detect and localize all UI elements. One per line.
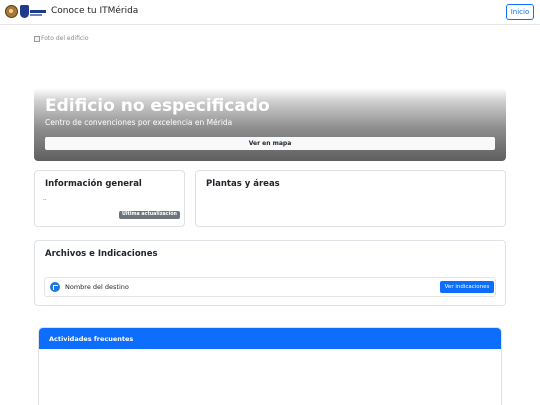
- general-info-text: ..: [43, 195, 47, 202]
- building-title: Edificio no especificado: [45, 96, 270, 116]
- hero-banner: Edificio no especificado Centro de conve…: [34, 88, 506, 161]
- itm-seal-logo[interactable]: [5, 5, 18, 18]
- destination-name: Nombre del destino: [65, 283, 129, 291]
- floors-areas-card: Plantas y áreas: [195, 170, 506, 227]
- frequent-activities-header: Actividades frecuentes: [39, 328, 501, 349]
- brand-title[interactable]: Conoce tu ITMérida: [51, 5, 138, 18]
- broken-image-icon: [34, 35, 40, 42]
- view-map-button[interactable]: Ver en mapa: [45, 137, 495, 150]
- view-directions-button[interactable]: Ver indicaciones: [440, 281, 494, 293]
- destination-row[interactable]: Nombre del destino Ver indicaciones: [44, 277, 496, 297]
- floors-areas-title: Plantas y áreas: [206, 179, 280, 189]
- navbar: Conoce tu ITMérida Inicio: [0, 0, 540, 25]
- directions-icon: [50, 282, 60, 292]
- frequent-activities-card: Actividades frecuentes: [38, 327, 502, 405]
- building-subtitle: Centro de convenciones por excelencia en…: [45, 118, 233, 127]
- frequent-activities-title: Actividades frecuentes: [49, 335, 134, 343]
- last-updated-badge: Última actualización: [119, 211, 180, 219]
- files-directions-card: Archivos e Indicaciones Nombre del desti…: [34, 240, 506, 306]
- files-directions-title: Archivos e Indicaciones: [45, 249, 158, 259]
- general-info-card: Información general .. Última actualizac…: [34, 170, 185, 227]
- building-photo: Foto del edificio: [34, 35, 89, 42]
- general-info-title: Información general: [45, 179, 142, 189]
- tecnm-logo[interactable]: [20, 5, 46, 18]
- building-photo-alt: Foto del edificio: [41, 35, 89, 42]
- home-button[interactable]: Inicio: [506, 4, 534, 20]
